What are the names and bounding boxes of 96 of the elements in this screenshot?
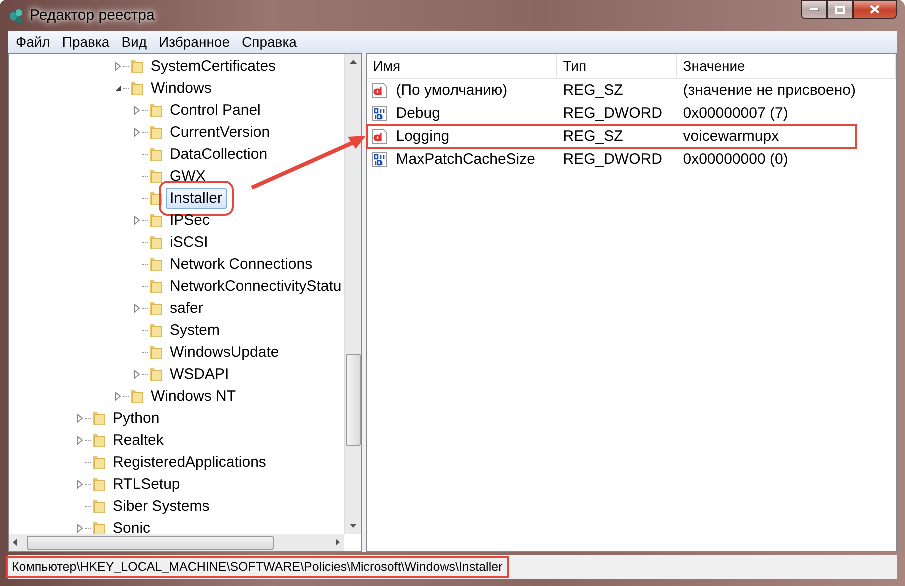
folder-icon xyxy=(149,322,163,338)
minimize-icon xyxy=(810,8,818,11)
scroll-right-icon[interactable] xyxy=(336,539,340,546)
value-type: REG_DWORD xyxy=(562,151,664,168)
expand-icon[interactable] xyxy=(134,304,140,312)
tree-item[interactable]: Control Panel xyxy=(166,100,265,120)
value-data: voicewarmupx xyxy=(682,128,780,145)
folder-icon xyxy=(149,124,163,140)
expand-icon[interactable] xyxy=(77,436,83,444)
tree-item[interactable]: WSDAPI xyxy=(166,364,234,384)
value-name[interactable]: (По умолчанию) xyxy=(390,82,508,99)
tree-item[interactable]: System xyxy=(166,320,224,340)
scroll-left-icon[interactable] xyxy=(13,539,17,546)
value-name[interactable]: Logging xyxy=(390,128,450,145)
collapse-icon[interactable] xyxy=(114,84,122,92)
column-header[interactable]: Значение xyxy=(677,54,896,78)
binary-value-icon xyxy=(372,106,388,122)
expand-icon[interactable] xyxy=(115,62,121,70)
string-value-icon xyxy=(372,128,388,144)
expand-icon[interactable] xyxy=(134,216,140,224)
folder-icon xyxy=(130,388,144,404)
folder-icon xyxy=(92,498,106,514)
column-header[interactable]: Тип xyxy=(557,54,678,78)
folder-icon xyxy=(92,520,106,534)
folder-icon xyxy=(149,190,163,206)
registry-cubes-icon xyxy=(8,8,24,24)
menu-item[interactable]: Справка xyxy=(236,34,303,50)
tree-item[interactable]: NetworkConnectivityStatu xyxy=(166,276,344,296)
value-type: REG_SZ xyxy=(562,128,624,145)
maximize-icon xyxy=(835,6,845,14)
folder-icon xyxy=(149,234,163,250)
expand-icon[interactable] xyxy=(134,128,140,136)
scroll-up-icon[interactable] xyxy=(350,60,357,64)
expand-icon[interactable] xyxy=(115,392,121,400)
binary-value-icon xyxy=(372,152,388,168)
value-name[interactable]: Debug xyxy=(390,105,440,122)
value-type: REG_SZ xyxy=(562,82,624,99)
tree-item[interactable]: RTLSetup xyxy=(109,474,184,494)
folder-icon xyxy=(149,212,163,228)
expand-icon[interactable] xyxy=(77,480,83,488)
tree-item[interactable]: Python xyxy=(109,408,164,428)
window-title: Редактор реестра xyxy=(30,7,155,24)
menu-item[interactable]: Избранное xyxy=(153,34,236,50)
folder-icon xyxy=(149,146,163,162)
expand-icon[interactable] xyxy=(134,370,140,378)
tree-item[interactable]: DataCollection xyxy=(166,144,272,164)
value-data: (значение не присвоено) xyxy=(682,82,856,99)
tree-item[interactable]: Realtek xyxy=(109,430,168,450)
scroll-thumb[interactable] xyxy=(27,536,274,550)
expand-icon[interactable] xyxy=(77,414,83,422)
tree-item[interactable]: iSCSI xyxy=(166,232,212,252)
expand-icon[interactable] xyxy=(77,524,83,532)
folder-icon xyxy=(92,476,106,492)
menu-item[interactable]: Вид xyxy=(116,34,154,50)
value-data: 0x00000000 (0) xyxy=(682,151,790,168)
tree-item[interactable]: Sonic xyxy=(109,518,155,534)
tree-item[interactable]: SystemCertificates xyxy=(147,56,280,76)
tree-item[interactable]: Windows xyxy=(147,78,216,98)
folder-icon xyxy=(149,344,163,360)
tree-item[interactable]: Network Connections xyxy=(166,254,317,274)
folder-icon xyxy=(149,300,163,316)
close-button[interactable] xyxy=(853,0,897,19)
close-icon xyxy=(870,5,880,14)
tree-item[interactable]: safer xyxy=(166,298,208,318)
folder-icon xyxy=(92,432,106,448)
menu-item[interactable]: Правка xyxy=(56,34,116,50)
tree-item[interactable]: Windows NT xyxy=(147,386,240,406)
horizontal-scrollbar[interactable] xyxy=(9,534,344,551)
value-data: 0x00000007 (7) xyxy=(682,105,790,122)
folder-icon xyxy=(92,454,106,470)
value-type: REG_DWORD xyxy=(562,105,664,122)
vertical-scrollbar[interactable] xyxy=(344,54,362,534)
column-header[interactable]: Имя xyxy=(367,54,558,78)
folder-icon xyxy=(149,168,163,184)
folder-icon xyxy=(149,256,163,272)
folder-icon xyxy=(149,278,163,294)
tree-item[interactable]: WindowsUpdate xyxy=(166,342,284,362)
folder-icon xyxy=(149,102,163,118)
tree-item[interactable]: CurrentVersion xyxy=(166,122,274,142)
menu-item[interactable]: Файл xyxy=(10,34,56,50)
minimize-button[interactable] xyxy=(801,0,827,19)
tree-item[interactable]: Siber Systems xyxy=(109,496,214,516)
expand-icon[interactable] xyxy=(134,106,140,114)
maximize-button[interactable] xyxy=(827,0,853,19)
tree-item[interactable]: RegisteredApplications xyxy=(109,452,270,472)
tree-item[interactable]: GWX xyxy=(166,166,210,186)
status-path: Компьютер\HKEY_LOCAL_MACHINE\SOFTWARE\Policies\Microsoft\Windows\Installer xyxy=(8,558,507,576)
string-value-icon xyxy=(372,82,388,98)
scroll-down-icon[interactable] xyxy=(350,524,357,528)
folder-icon xyxy=(92,410,106,426)
folder-icon xyxy=(149,366,163,382)
folder-icon xyxy=(130,58,144,74)
tree-item[interactable]: IPSec xyxy=(166,210,214,230)
value-name[interactable]: MaxPatchCacheSize xyxy=(390,151,536,168)
scroll-thumb[interactable] xyxy=(346,354,361,446)
folder-icon xyxy=(130,80,144,96)
